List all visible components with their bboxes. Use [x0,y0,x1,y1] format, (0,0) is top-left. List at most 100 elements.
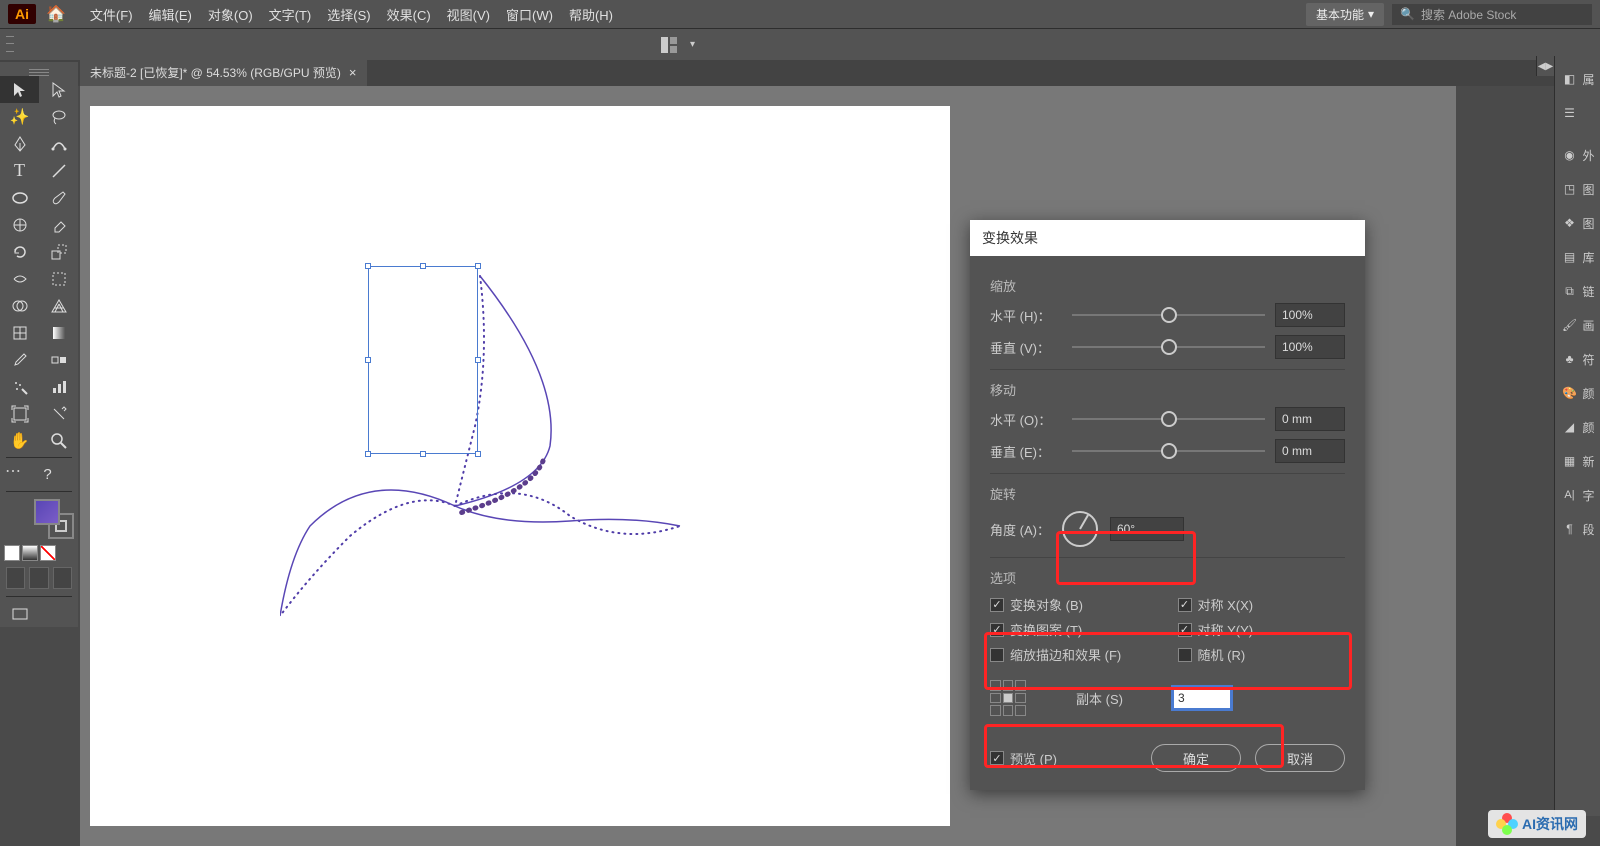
pen-tool[interactable] [0,130,39,157]
arrange-docs-icon[interactable] [660,36,678,54]
fill-stroke-swatches[interactable] [34,499,74,539]
anchor-point-grid[interactable] [990,680,1026,716]
close-icon[interactable]: × [349,65,357,80]
type-tool[interactable]: T [0,157,39,184]
width-tool[interactable] [0,265,39,292]
scale-v-slider[interactable] [1072,346,1265,348]
scale-h-input[interactable]: 100% [1275,303,1345,327]
menu-type[interactable]: 文字(T) [261,5,320,24]
gradient-tool[interactable] [39,319,78,346]
color-none[interactable] [40,545,56,561]
chk-transform-pattern[interactable] [990,623,1004,637]
chevron-down-icon[interactable]: ▾ [690,39,695,50]
panel-paragraph[interactable]: ¶段 [1555,512,1600,546]
artboard-tool[interactable] [0,400,39,427]
eyedropper-tool[interactable] [0,346,39,373]
move-h-input[interactable]: 0 mm [1275,407,1345,431]
symbol-sprayer-tool[interactable] [0,373,39,400]
toolbox-more[interactable]: ⋯ [0,461,28,488]
menu-edit[interactable]: 编辑(E) [141,5,200,24]
chk-scale-strokes[interactable] [990,648,1004,662]
lasso-tool[interactable] [39,103,78,130]
shaper-tool[interactable] [0,211,39,238]
slice-tool[interactable] [39,400,78,427]
scale-v-input[interactable]: 100% [1275,335,1345,359]
move-v-slider[interactable] [1072,450,1265,452]
scale-h-slider[interactable] [1072,314,1265,316]
mesh-tool[interactable] [0,319,39,346]
menu-effect[interactable]: 效果(C) [379,5,439,24]
menu-select[interactable]: 选择(S) [319,5,378,24]
move-h-slider[interactable] [1072,418,1265,420]
chk-preview[interactable] [990,751,1004,765]
draw-normal[interactable] [6,567,25,589]
menu-window[interactable]: 窗口(W) [498,5,561,24]
perspective-grid-tool[interactable] [39,292,78,319]
toolbar-grip[interactable] [6,33,14,55]
color-mode-swatches [0,543,78,563]
brush-icon: 🖌 [1561,316,1579,334]
panel-appearance[interactable]: ◉外 [1555,138,1600,172]
panel-properties[interactable]: ◧属 [1555,62,1600,96]
rectangle-tool[interactable] [0,184,39,211]
angle-input[interactable]: 60° [1110,517,1184,541]
color-gradient[interactable] [22,545,38,561]
brush-tool[interactable] [39,184,78,211]
panel-character[interactable]: A|字 [1555,478,1600,512]
eraser-tool[interactable] [39,211,78,238]
home-icon[interactable]: 🏠 [46,4,66,24]
panel-color-guide[interactable]: ◢颜 [1555,410,1600,444]
draw-behind[interactable] [29,567,48,589]
screen-mode[interactable] [0,600,39,627]
graph-tool[interactable] [39,373,78,400]
cancel-button[interactable]: 取消 [1255,744,1345,772]
panel-collapse-icon[interactable]: ◀▶ [1536,56,1554,76]
magic-wand-tool[interactable]: ✨ [0,103,39,130]
menu-view[interactable]: 视图(V) [439,5,498,24]
chk-reflect-x[interactable] [1178,598,1192,612]
image-icon: ◳ [1561,180,1579,198]
line-tool[interactable] [39,157,78,184]
panel-color[interactable]: 🎨颜 [1555,376,1600,410]
selection-tool[interactable] [0,76,39,103]
panel-swatches[interactable]: ▦新 [1555,444,1600,478]
panel-links[interactable]: ⧉链 [1555,274,1600,308]
scale-tool[interactable] [39,238,78,265]
copies-input[interactable]: 3 [1173,687,1231,709]
chk-transform-object[interactable] [990,598,1004,612]
scale-section-label: 缩放 [990,276,1345,295]
panel-symbols[interactable]: ♣符 [1555,342,1600,376]
rotate-tool[interactable] [0,238,39,265]
panel-layers[interactable]: ❖图 [1555,206,1600,240]
document-tab[interactable]: 未标题-2 [已恢复]* @ 54.53% (RGB/GPU 预览) × [80,59,367,86]
panel-libraries[interactable]: ▤库 [1555,240,1600,274]
panel-brushes[interactable]: 🖌画 [1555,308,1600,342]
edit-toolbar[interactable]: ? [28,461,67,488]
draw-inside[interactable] [53,567,72,589]
hand-tool[interactable]: ✋ [0,427,39,454]
ok-button[interactable]: 确定 [1151,744,1241,772]
selection-bounding-box[interactable] [368,266,478,454]
panel-properties-2[interactable]: ☰ [1555,96,1600,130]
fill-swatch[interactable] [34,499,60,525]
stock-search[interactable]: 🔍 搜索 Adobe Stock [1392,4,1592,25]
workspace-selector[interactable]: 基本功能 ▾ [1306,3,1384,26]
zoom-tool[interactable] [39,427,78,454]
artboard[interactable] [90,106,950,826]
direct-selection-tool[interactable] [39,76,78,103]
shape-builder-tool[interactable] [0,292,39,319]
color-solid[interactable] [4,545,20,561]
panel-graphic-styles[interactable]: ◳图 [1555,172,1600,206]
move-v-input[interactable]: 0 mm [1275,439,1345,463]
angle-dial[interactable] [1062,511,1098,547]
menu-help[interactable]: 帮助(H) [561,5,621,24]
menu-object[interactable]: 对象(O) [200,5,261,24]
tab-title: 未标题-2 [已恢复]* @ 54.53% (RGB/GPU 预览) [90,64,341,81]
chk-random[interactable] [1178,648,1192,662]
toolbox-grip[interactable] [0,68,78,76]
blend-tool[interactable] [39,346,78,373]
curvature-tool[interactable] [39,130,78,157]
chk-reflect-y[interactable] [1178,623,1192,637]
free-transform-tool[interactable] [39,265,78,292]
menu-file[interactable]: 文件(F) [82,5,141,24]
